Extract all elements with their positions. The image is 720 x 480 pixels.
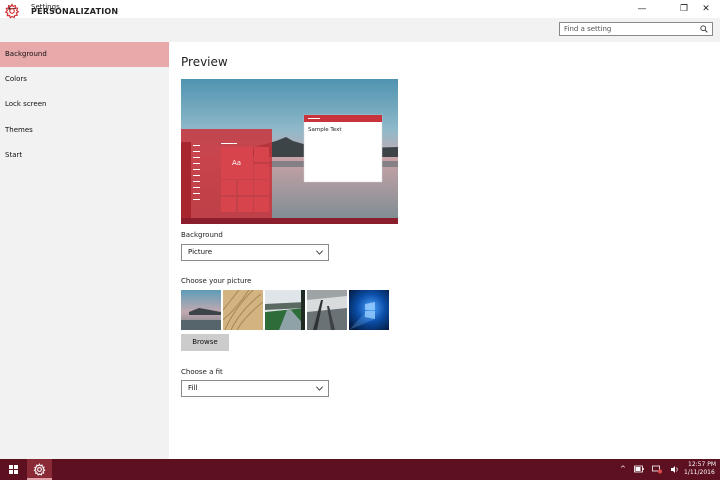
sidebar-item-label: Lock screen — [5, 100, 47, 108]
sidebar-item-label: Background — [5, 50, 47, 58]
minimize-button[interactable]: — — [628, 0, 656, 18]
background-dropdown[interactable]: Picture — [181, 244, 329, 261]
fit-dropdown[interactable]: Fill — [181, 380, 329, 397]
chevron-down-icon — [316, 250, 323, 255]
windows-start-icon[interactable] — [4, 459, 22, 480]
choose-picture-label: Choose your picture — [181, 277, 252, 285]
sidebar-item-themes[interactable]: Themes — [0, 118, 169, 143]
clock-time[interactable]: 12:57 PM — [688, 461, 716, 468]
preview-heading: Preview — [181, 55, 228, 69]
preview-sample-text: Sample Text — [308, 127, 342, 133]
background-preview: Aa Sample Text — [181, 79, 398, 224]
browse-button[interactable]: Browse — [181, 334, 229, 351]
sidebar: Background Colors Lock screen Themes Sta… — [0, 42, 169, 459]
preview-tile-text: Aa — [232, 159, 241, 167]
taskbar-settings-button[interactable] — [27, 459, 52, 480]
sidebar-item-label: Start — [5, 151, 23, 159]
network-icon[interactable] — [652, 465, 662, 474]
sidebar-item-label: Colors — [5, 75, 27, 83]
picture-thumbnail[interactable] — [349, 290, 389, 330]
search-icon[interactable] — [700, 25, 708, 33]
fit-dropdown-value: Fill — [188, 384, 198, 392]
chevron-down-icon — [316, 386, 323, 391]
sidebar-item-background[interactable]: Background — [0, 42, 169, 67]
picture-thumbnail[interactable] — [181, 290, 221, 330]
gear-icon — [4, 3, 20, 19]
background-label: Background — [181, 231, 223, 239]
page-title: PERSONALIZATION — [31, 7, 119, 16]
clock-date[interactable]: 1/11/2016 — [684, 469, 715, 476]
volume-icon[interactable] — [670, 465, 679, 474]
search-input[interactable] — [564, 23, 694, 35]
background-dropdown-value: Picture — [188, 248, 213, 256]
taskbar — [0, 459, 720, 480]
tray-overflow-icon[interactable]: ^ — [620, 465, 626, 473]
sidebar-item-label: Themes — [5, 126, 33, 134]
battery-icon[interactable] — [634, 465, 644, 473]
sidebar-item-colors[interactable]: Colors — [0, 67, 169, 92]
picture-thumbnail[interactable] — [265, 290, 305, 330]
sidebar-item-lock-screen[interactable]: Lock screen — [0, 92, 169, 117]
gear-icon — [33, 463, 46, 476]
picture-thumbnail[interactable] — [223, 290, 263, 330]
sidebar-item-start[interactable]: Start — [0, 143, 169, 168]
fit-label: Choose a fit — [181, 368, 223, 376]
search-box[interactable] — [559, 22, 713, 36]
picture-thumbnail[interactable] — [307, 290, 347, 330]
close-button[interactable]: ✕ — [692, 0, 720, 18]
preview-wallpaper: Aa Sample Text — [181, 79, 398, 224]
